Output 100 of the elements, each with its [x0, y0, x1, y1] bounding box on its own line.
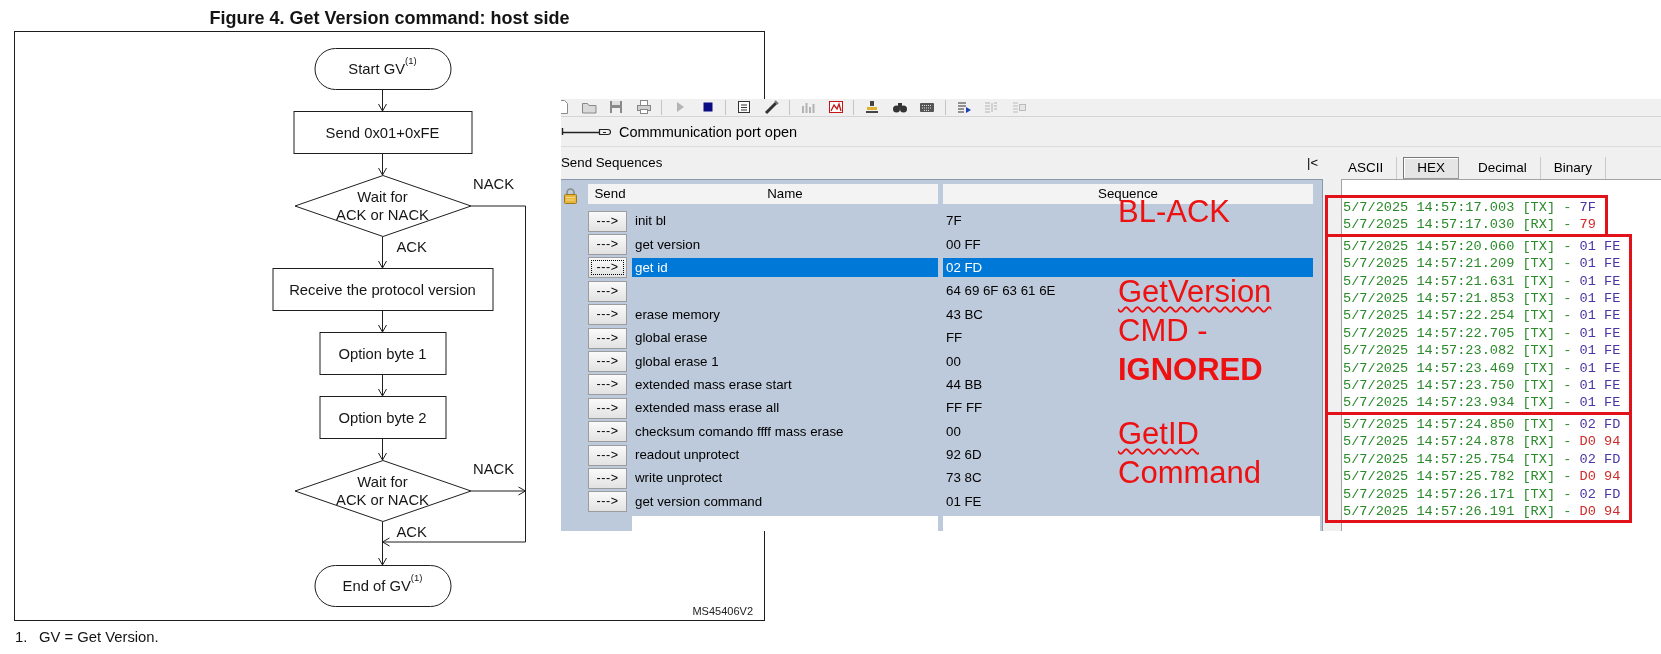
keyboard-icon[interactable]: [917, 100, 937, 115]
log-bytes: 02 FD: [1579, 415, 1621, 434]
name-cell-text: get version: [634, 235, 702, 254]
log-bytes: 01 FE: [1579, 394, 1621, 412]
status-text: Commmunication port open: [619, 122, 798, 141]
name-cell-text: get version command: [634, 492, 764, 511]
log-entry: 5/7/2025 14:57:25.782 [RX] -: [1343, 468, 1572, 486]
column-header: Name: [632, 184, 938, 204]
panel-title: Send Sequences: [561, 155, 663, 171]
collapse-button[interactable]: |<: [1306, 155, 1319, 171]
sequence-cell-text: FF FF: [945, 399, 984, 418]
log-bytes: 7F: [1579, 199, 1596, 217]
log-entry: 5/7/2025 14:57:23.934 [TX] -: [1343, 394, 1572, 412]
log-bytes: D0 94: [1579, 468, 1621, 486]
flow-arrow: [378, 310, 387, 333]
log-entry: 5/7/2025 14:57:21.631 [TX] -: [1343, 272, 1572, 291]
sequence-cell-text: 43 BC: [945, 305, 984, 324]
log-bytes: 79: [1579, 216, 1596, 234]
decision-diamond: Wait for ACK or NACK: [294, 175, 471, 237]
log-bytes: 01 FE: [1579, 272, 1621, 291]
send-row-button[interactable]: --->: [588, 374, 627, 396]
sequence-cell-text: FF: [945, 329, 964, 348]
log-entry: 5/7/2025 14:57:23.082 [TX] -: [1343, 342, 1572, 360]
send-row-button[interactable]: --->: [588, 421, 627, 443]
name-cell-text: erase memory: [634, 305, 721, 324]
sequence-cell-text: 01 FE: [945, 492, 983, 511]
footnote-number: 1.: [15, 629, 29, 646]
sequence-cell-text: 00 FF: [945, 235, 982, 254]
flow-arrow: [378, 374, 387, 397]
process-box: Receive the protocol version: [272, 268, 493, 311]
name-cell-text: global erase 1: [634, 352, 720, 371]
name-cell-text: write unprotect: [634, 469, 724, 488]
log-entry: 5/7/2025 14:57:24.850 [TX] -: [1343, 415, 1572, 434]
log-bytes: 01 FE: [1579, 359, 1621, 378]
sequence-cell-text: 7F: [945, 212, 963, 231]
flow-arrow: [378, 236, 387, 269]
name-cell-text: checksum comando ffff mass erase: [634, 422, 845, 441]
sequence-cell-text: 44 BB: [945, 375, 984, 394]
log-bytes: 02 FD: [1579, 450, 1621, 469]
sequence-cell-text: 73 8C: [945, 469, 983, 488]
log-entry: 5/7/2025 14:57:26.191 [RX] -: [1343, 502, 1572, 521]
padlock-icon[interactable]: [563, 186, 578, 204]
footnote-text: GV = Get Version.: [39, 629, 159, 646]
edge-label: NACK: [473, 460, 515, 478]
log-entry: 5/7/2025 14:57:17.030 [RX] -: [1343, 216, 1572, 234]
annotation-text: Command: [1118, 455, 1261, 491]
log-bytes: 01 FE: [1579, 290, 1621, 308]
log-entry: 5/7/2025 14:57:24.878 [RX] -: [1343, 433, 1572, 451]
annotation-text: GetVersion: [1118, 274, 1272, 310]
name-cell-text: extended mass erase all: [634, 399, 781, 418]
send-row-button[interactable]: --->: [588, 397, 627, 419]
blank-row-cell[interactable]: [943, 516, 1320, 532]
page-icon[interactable]: [561, 100, 571, 115]
send-row-button[interactable]: --->: [588, 210, 627, 232]
log-entry: 5/7/2025 14:57:23.469 [TX] -: [1343, 359, 1572, 378]
log-entry: 5/7/2025 14:57:26.171 [TX] -: [1343, 485, 1572, 503]
flow-arrow: [378, 153, 387, 176]
send-row-button[interactable]: --->: [588, 280, 627, 302]
process-box: Send 0x01+0xFE: [293, 111, 472, 154]
send-row-button[interactable]: --->: [588, 234, 627, 256]
send-row-button[interactable]: --->: [588, 351, 627, 373]
column-header: Send: [588, 184, 632, 204]
terminal-node: End of GV$^{(1)}$: [314, 565, 451, 607]
flow-arrow: [470, 486, 526, 496]
log-entry: 5/7/2025 14:57:25.754 [TX] -: [1343, 450, 1572, 469]
log-entry: 5/7/2025 14:57:22.254 [TX] -: [1343, 307, 1572, 325]
process-box: Option byte 2: [319, 396, 446, 439]
log-entry: 5/7/2025 14:57:21.853 [TX] -: [1343, 290, 1572, 308]
send-row-button[interactable]: --->: [588, 304, 627, 326]
blank-row-cell[interactable]: [632, 516, 938, 532]
sequence-cell-text: 00: [945, 422, 962, 441]
send-row-button[interactable]: --->: [588, 257, 627, 279]
log-entry: 5/7/2025 14:57:22.705 [TX] -: [1343, 324, 1572, 343]
log-entry: 5/7/2025 14:57:17.003 [TX] -: [1343, 199, 1572, 217]
log-bytes: D0 94: [1579, 433, 1621, 451]
log-bytes: 01 FE: [1579, 237, 1621, 256]
name-cell-text: init bl: [634, 212, 668, 231]
log-entry: 5/7/2025 14:57:23.750 [TX] -: [1343, 377, 1572, 395]
send-row-button[interactable]: --->: [588, 444, 627, 466]
send-row-button[interactable]: --->: [588, 468, 627, 489]
log-bytes: 02 FD: [1579, 485, 1621, 503]
view-tab[interactable]: HEX: [1403, 157, 1460, 179]
send-row-button[interactable]: --->: [588, 491, 627, 513]
flow-arrow: [378, 89, 387, 112]
process-box: Option byte 1: [319, 332, 446, 375]
name-cell-text: global erase: [634, 329, 709, 348]
name-cell-text: extended mass erase start: [634, 375, 793, 394]
sequence-cell: 02 FD: [943, 257, 1313, 277]
edge-label: NACK: [473, 175, 515, 193]
send-row-button[interactable]: --->: [588, 327, 627, 349]
figure-title: Figure 4. Get Version command: host side: [208, 7, 571, 30]
edge-label: ACK: [396, 523, 427, 541]
log-bytes: 01 FE: [1579, 324, 1621, 343]
figure-code: MS45406V2: [692, 605, 753, 618]
log-bytes: 01 FE: [1579, 342, 1621, 360]
name-cell: get id: [632, 257, 938, 277]
log-bytes: 01 FE: [1579, 377, 1621, 395]
cable-icon: [561, 126, 611, 137]
log-bytes: 01 FE: [1579, 255, 1621, 273]
annotation-text: CMD -: [1118, 313, 1208, 349]
